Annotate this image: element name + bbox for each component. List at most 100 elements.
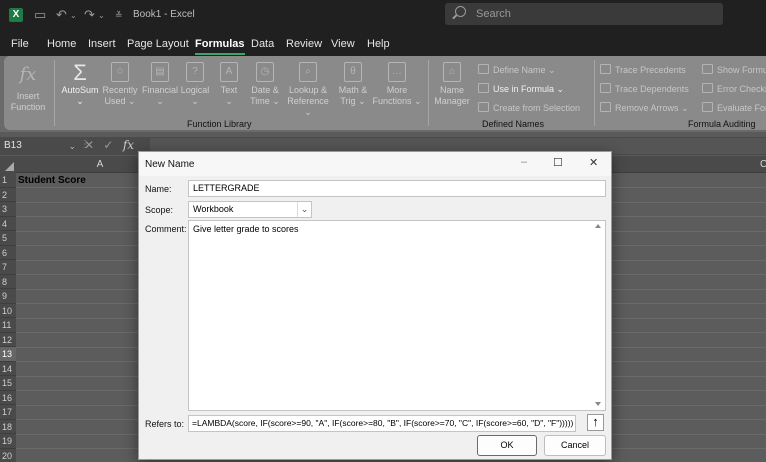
- select-all-corner[interactable]: [0, 156, 16, 173]
- tab-view[interactable]: View: [331, 38, 355, 50]
- grid-icon: [478, 102, 489, 112]
- trace-precedents-icon: [600, 64, 611, 74]
- row-header-6[interactable]: 6: [0, 245, 16, 260]
- magnifier-icon: ⌕: [299, 62, 317, 82]
- row-header-5[interactable]: 5: [0, 231, 16, 246]
- row-header-12[interactable]: 12: [0, 332, 16, 347]
- group-defined-names: Defined Names: [482, 119, 545, 129]
- tag-icon: [478, 64, 489, 74]
- excel-logo-icon: X: [9, 8, 23, 22]
- tab-insert[interactable]: Insert: [88, 38, 116, 50]
- cancel-icon[interactable]: ✕: [84, 138, 94, 152]
- row-header-3[interactable]: 3: [0, 202, 16, 217]
- financial-icon: ▤: [151, 62, 169, 82]
- enter-icon[interactable]: ✓: [103, 138, 113, 152]
- customize-toolbar-icon[interactable]: ≚: [115, 10, 123, 21]
- trace-dependents-icon: [600, 83, 611, 93]
- date-time-button[interactable]: ◷ Date & Time ⌄: [246, 62, 284, 107]
- maximize-icon[interactable]: ☐: [553, 156, 563, 169]
- row-header-19[interactable]: 19: [0, 434, 16, 449]
- clock-icon: ◷: [256, 62, 274, 82]
- remove-arrows-button[interactable]: Remove Arrows ⌄: [600, 102, 689, 114]
- row-header-10[interactable]: 10: [0, 303, 16, 318]
- row-header-15[interactable]: 15: [0, 376, 16, 391]
- error-checking-button[interactable]: Error Checki: [702, 83, 766, 94]
- error-checking-icon: [702, 83, 713, 93]
- name-box-dropdown-icon[interactable]: ⌄: [68, 138, 76, 154]
- row-header-4[interactable]: 4: [0, 216, 16, 231]
- comment-label: Comment:: [145, 224, 187, 234]
- new-name-dialog: New Name – ☐ ✕ Name: LETTERGRADE Scope: …: [138, 151, 612, 460]
- scope-label: Scope:: [145, 205, 174, 215]
- dialog-title: New Name: [145, 159, 195, 170]
- redo-icon[interactable]: ↷: [84, 7, 95, 23]
- column-header-c[interactable]: C: [760, 159, 766, 170]
- trace-precedents-button[interactable]: Trace Precedents: [600, 64, 686, 75]
- row-header-11[interactable]: 11: [0, 318, 16, 333]
- evaluate-formula-button[interactable]: Evaluate For: [702, 102, 766, 113]
- logical-button[interactable]: ? Logical ⌄: [178, 62, 212, 107]
- cancel-button[interactable]: Cancel: [544, 435, 606, 456]
- name-box[interactable]: B13 ⌄: [0, 138, 78, 154]
- row-header-2[interactable]: 2: [0, 187, 16, 202]
- name-label: Name:: [145, 184, 172, 194]
- row-header-14[interactable]: 14: [0, 361, 16, 376]
- chevron-down-icon: ⌄: [297, 202, 311, 217]
- scroll-up-icon[interactable]: [595, 224, 601, 228]
- row-header-16[interactable]: 16: [0, 390, 16, 405]
- group-formula-auditing: Formula Auditing: [688, 119, 756, 129]
- undo-dropdown-icon[interactable]: ⌄: [70, 11, 77, 20]
- math-trig-button[interactable]: θ Math & Trig ⌄: [334, 62, 372, 107]
- minimize-icon[interactable]: –: [521, 156, 527, 168]
- insert-function-icon[interactable]: fx: [123, 138, 134, 152]
- tab-page-layout[interactable]: Page Layout: [127, 38, 189, 50]
- remove-arrows-icon: [600, 102, 611, 112]
- insert-function-button[interactable]: fx Insert Function: [8, 62, 48, 113]
- close-icon[interactable]: ✕: [589, 156, 598, 169]
- menu-bar: File Home Insert Page Layout Formulas Da…: [0, 30, 766, 56]
- refers-to-field[interactable]: =LAMBDA(score, IF(score>=90, "A", IF(sco…: [188, 415, 576, 432]
- window-title: Book1 - Excel: [133, 9, 195, 20]
- more-functions-button[interactable]: … More Functions ⌄: [372, 62, 422, 107]
- show-formulas-button[interactable]: Show Formu: [702, 64, 766, 75]
- use-in-formula-button[interactable]: Use in Formula ⌄: [478, 83, 564, 95]
- define-name-button[interactable]: Define Name ⌄: [478, 64, 556, 76]
- recently-used-button[interactable]: ☆ Recently Used ⌄: [100, 62, 140, 107]
- group-function-library: Function Library: [187, 119, 252, 129]
- search-box[interactable]: Search: [445, 3, 723, 25]
- text-button[interactable]: A Text ⌄: [212, 62, 246, 107]
- refers-to-label: Refers to:: [145, 419, 185, 429]
- row-header-7[interactable]: 7: [0, 260, 16, 275]
- more-dots-icon: …: [388, 62, 406, 82]
- tab-help[interactable]: Help: [367, 38, 390, 50]
- autosum-button[interactable]: Σ AutoSum ⌄: [58, 62, 102, 107]
- comment-textarea[interactable]: Give letter grade to scores: [188, 220, 606, 411]
- row-header-20[interactable]: 20: [0, 448, 16, 462]
- undo-icon[interactable]: ↶: [56, 7, 67, 23]
- lookup-reference-button[interactable]: ⌕ Lookup & Reference ⌄: [284, 62, 332, 118]
- tab-formulas[interactable]: Formulas: [195, 38, 245, 55]
- tab-home[interactable]: Home: [47, 38, 76, 50]
- scope-select[interactable]: Workbook ⌄: [188, 201, 312, 218]
- row-header-8[interactable]: 8: [0, 274, 16, 289]
- formula-tag-icon: [478, 83, 489, 93]
- name-manager-button[interactable]: ⌂ Name Manager: [432, 62, 472, 107]
- row-header-18[interactable]: 18: [0, 419, 16, 434]
- financial-button[interactable]: ▤ Financial ⌄: [140, 62, 180, 107]
- redo-dropdown-icon[interactable]: ⌄: [98, 11, 105, 20]
- ok-button[interactable]: OK: [477, 435, 537, 456]
- row-header-13[interactable]: 13: [0, 347, 16, 362]
- collapse-dialog-icon[interactable]: ↑: [587, 414, 604, 431]
- scroll-down-icon[interactable]: [595, 402, 601, 406]
- row-header-17[interactable]: 17: [0, 405, 16, 420]
- save-icon[interactable]: ▭: [34, 7, 46, 23]
- tab-file[interactable]: File: [11, 38, 29, 50]
- tab-review[interactable]: Review: [286, 38, 322, 50]
- trace-dependents-button[interactable]: Trace Dependents: [600, 83, 689, 94]
- name-field[interactable]: LETTERGRADE: [188, 180, 606, 197]
- tab-data[interactable]: Data: [251, 38, 274, 50]
- row-header-1[interactable]: 1: [0, 173, 16, 188]
- cell-a1[interactable]: Student Score: [18, 175, 86, 186]
- create-from-selection-button[interactable]: Create from Selection: [478, 102, 580, 113]
- row-header-9[interactable]: 9: [0, 289, 16, 304]
